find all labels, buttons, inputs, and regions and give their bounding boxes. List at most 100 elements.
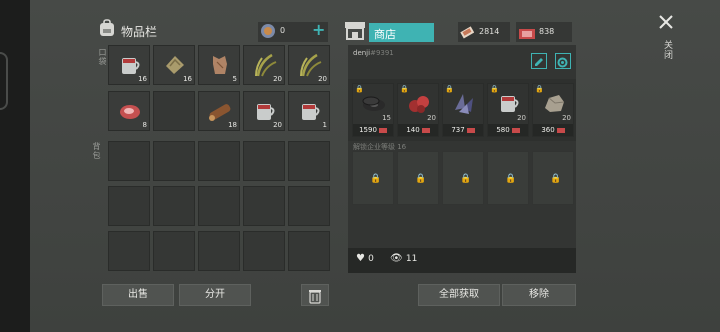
- item-count: 20: [318, 75, 327, 83]
- trash-button[interactable]: [301, 284, 329, 306]
- backpack-label: 背包: [92, 142, 101, 160]
- sell-button[interactable]: 出售: [102, 284, 174, 306]
- price-ticket-icon: [378, 127, 387, 133]
- view-count: 11: [405, 254, 418, 264]
- item-qty: 15: [382, 114, 391, 122]
- lock-icon: 🔒: [505, 174, 517, 184]
- shop-stats-bar: [348, 248, 576, 273]
- inventory-slot[interactable]: 20: [243, 45, 285, 85]
- backpack-slot[interactable]: [288, 141, 330, 181]
- money-a-amount: 2814: [479, 27, 500, 36]
- shop-tab[interactable]: 商店: [369, 23, 434, 42]
- settings-button[interactable]: [555, 53, 571, 69]
- price-ticket-icon: [466, 127, 475, 133]
- backpack-slot[interactable]: [153, 141, 195, 181]
- item-count: 8: [142, 121, 147, 129]
- inventory-slot[interactable]: 18: [198, 91, 240, 131]
- price-value: 737: [451, 126, 465, 134]
- item-count: 16: [138, 75, 147, 83]
- price-tag: 580: [488, 124, 528, 136]
- shop-item-slot[interactable]: 🔒 737: [442, 83, 484, 137]
- eye-icon: 👁: [390, 253, 403, 264]
- item-count: 5: [232, 75, 237, 83]
- price-value: 1590: [359, 126, 377, 134]
- backpack-slot[interactable]: [288, 231, 330, 271]
- tire-stack-icon: [362, 96, 385, 111]
- item-qty: 20: [427, 114, 436, 122]
- inventory-slot[interactable]: 20: [288, 45, 330, 85]
- owner-name: denji: [353, 49, 371, 57]
- close-label: 关闭: [662, 40, 672, 60]
- inventory-slot[interactable]: 5: [198, 45, 240, 85]
- backpack-slot[interactable]: [198, 186, 240, 226]
- price-tag: 140: [398, 124, 438, 136]
- animal-hide-icon: [213, 56, 227, 74]
- backpack-slot[interactable]: [153, 186, 195, 226]
- inventory-slot-empty[interactable]: [153, 91, 195, 131]
- like-button[interactable]: ♥ 0: [356, 253, 374, 264]
- price-ticket-icon: [421, 127, 430, 133]
- inventory-slot[interactable]: 16: [153, 45, 195, 85]
- backpack-slot[interactable]: [243, 141, 285, 181]
- crystal-shards-icon: [455, 94, 473, 114]
- red-berries-icon: [409, 96, 429, 113]
- backpack-slot[interactable]: [198, 231, 240, 271]
- lock-icon: 🔒: [370, 174, 382, 184]
- backpack-slot[interactable]: [108, 186, 150, 226]
- backpack-slot[interactable]: [108, 231, 150, 271]
- raw-meat-icon: [120, 105, 140, 119]
- item-count: 20: [273, 75, 282, 83]
- inventory-slot[interactable]: 1: [288, 91, 330, 131]
- shop-item-slot[interactable]: 🔒 20 360: [532, 83, 574, 137]
- close-button[interactable]: [656, 12, 676, 32]
- locked-shop-slot: 🔒: [352, 151, 394, 205]
- shop-title: 商店: [374, 28, 396, 41]
- add-currency-button[interactable]: +: [312, 20, 325, 39]
- remove-button[interactable]: 移除: [502, 284, 576, 306]
- item-count: 20: [273, 121, 282, 129]
- cup-of-water-icon: [302, 104, 320, 120]
- coin-icon: [260, 23, 276, 39]
- price-value: 140: [406, 126, 420, 134]
- currency-amount: 0: [280, 26, 286, 35]
- item-qty: 20: [562, 114, 571, 122]
- price-tag: 1590: [353, 124, 393, 136]
- item-qty: 20: [517, 114, 526, 122]
- item-count: 18: [228, 121, 237, 129]
- stone-icon: [545, 95, 565, 112]
- locked-shop-slot: 🔒: [532, 151, 574, 205]
- device-notch: [0, 52, 8, 110]
- lock-icon: 🔒: [415, 174, 427, 184]
- like-count: 0: [368, 254, 374, 264]
- inventory-slot[interactable]: 20: [243, 91, 285, 131]
- inventory-slot[interactable]: 8: [108, 91, 150, 131]
- owner-id: #9391: [370, 49, 394, 57]
- split-button[interactable]: 分开: [179, 284, 251, 306]
- price-value: 360: [541, 126, 555, 134]
- cup-of-water-icon: [501, 96, 519, 112]
- inventory-title: 物品栏: [121, 25, 158, 39]
- gear-icon: [557, 57, 568, 68]
- shop-owner[interactable]: denji#9391: [353, 49, 394, 57]
- inventory-slot[interactable]: 16: [108, 45, 150, 85]
- lock-icon: 🔒: [550, 174, 562, 184]
- locked-shop-slot: 🔒: [487, 151, 529, 205]
- backpack-slot[interactable]: [243, 186, 285, 226]
- backpack-slot[interactable]: [108, 141, 150, 181]
- backpack-slot[interactable]: [288, 186, 330, 226]
- edit-button[interactable]: [531, 53, 547, 69]
- item-count: 1: [322, 121, 327, 129]
- take-all-button[interactable]: 全部获取: [418, 284, 500, 306]
- backpack-slot[interactable]: [153, 231, 195, 271]
- lock-icon: 🔒: [460, 174, 472, 184]
- shop-item-slot[interactable]: 🔒 15 1590: [352, 83, 394, 137]
- shop-item-slot[interactable]: 🔒 20 580: [487, 83, 529, 137]
- device-bezel: [0, 0, 30, 332]
- shop-icon: [344, 20, 366, 40]
- shop-item-slot[interactable]: 🔒 20 140: [397, 83, 439, 137]
- locked-shop-slot: 🔒: [442, 151, 484, 205]
- backpack-slot[interactable]: [198, 141, 240, 181]
- price-value: 580: [496, 126, 510, 134]
- backpack-slot[interactable]: [243, 231, 285, 271]
- price-ticket-icon: [556, 127, 565, 133]
